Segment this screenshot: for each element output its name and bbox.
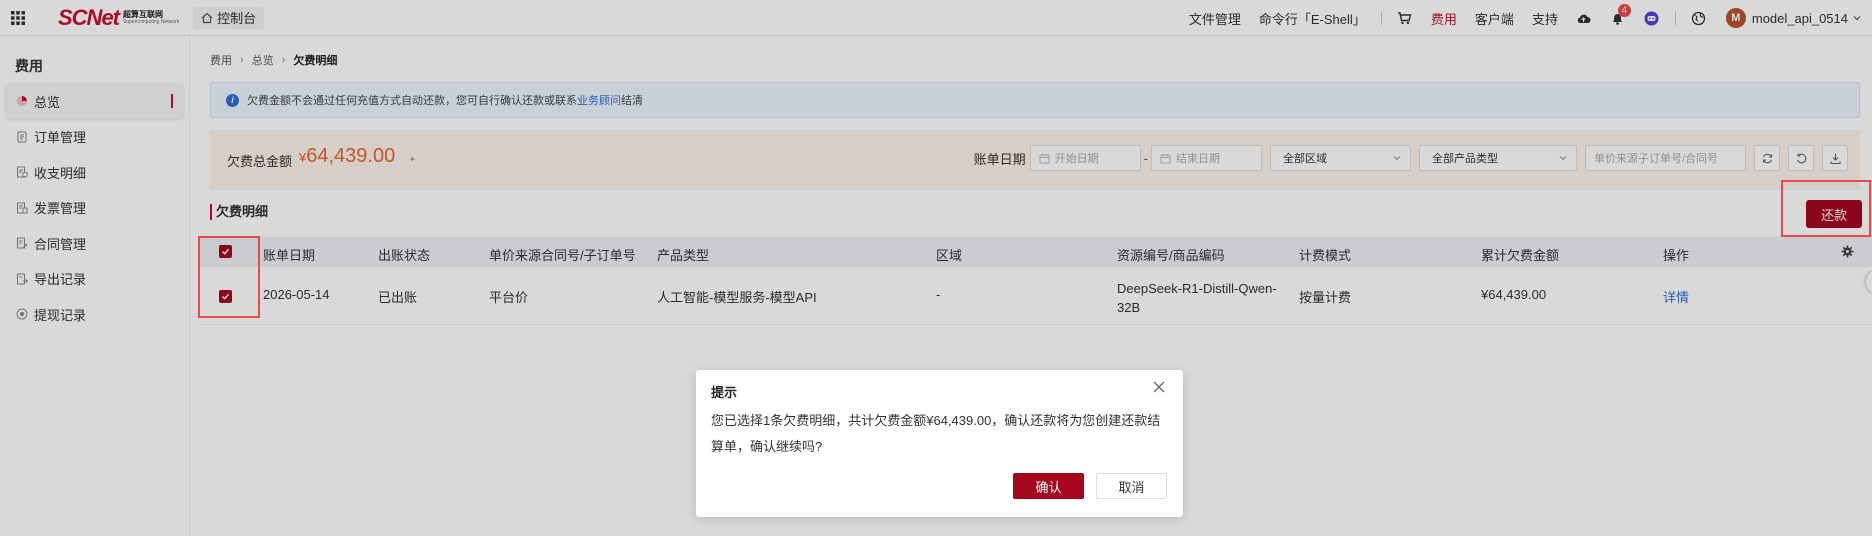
dialog-title: 提示: [711, 385, 738, 400]
confirm-button[interactable]: 确认: [1013, 473, 1084, 499]
repay-highlight-box: [1781, 180, 1871, 237]
confirm-dialog: 提示 您已选择1条欠费明细，共计欠费金额¥64,439.00，确认还款将为您创建…: [696, 370, 1183, 517]
dialog-message: 您已选择1条欠费明细，共计欠费金额¥64,439.00，确认还款将为您创建还款结…: [711, 413, 1161, 454]
checkbox-highlight-box: [198, 236, 260, 318]
cancel-button[interactable]: 取消: [1096, 473, 1167, 499]
close-icon[interactable]: [1152, 380, 1166, 394]
